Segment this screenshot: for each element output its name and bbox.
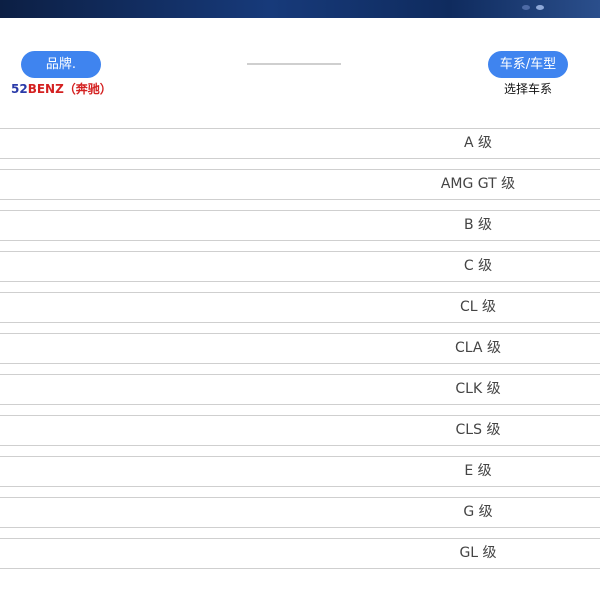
step-header: 品牌. 52BENZ（奔驰） 车系/车型 选择车系 xyxy=(0,18,600,128)
series-item-label: GL 级 xyxy=(459,545,497,561)
brand-code: 52 xyxy=(11,82,28,96)
series-list-item[interactable]: AMG GT 级 xyxy=(0,169,600,200)
series-list-item[interactable]: CLA 级 xyxy=(0,333,600,364)
series-list-item[interactable]: G 级 xyxy=(0,497,600,528)
series-list-item[interactable]: A 级 xyxy=(0,128,600,159)
series-item-label: E 级 xyxy=(464,463,492,479)
series-item-label: C 级 xyxy=(463,258,493,274)
series-item-label: A 级 xyxy=(463,135,493,151)
top-banner xyxy=(0,0,600,18)
series-item-label: AMG GT 级 xyxy=(440,176,516,192)
series-list-item[interactable]: C 级 xyxy=(0,251,600,282)
series-hint: 选择车系 xyxy=(503,82,552,96)
series-list: A 级 AMG GT 级 B 级 C 级 CL 级 CLA 级 CLK 级 CLS 级 E 级 G… xyxy=(0,128,600,579)
series-step-button[interactable]: 车系/车型 xyxy=(488,51,568,78)
series-item-label: CLS 级 xyxy=(455,422,501,438)
series-list-item[interactable]: GL 级 xyxy=(0,538,600,569)
series-item-label: CL 级 xyxy=(459,299,497,315)
carousel-dot[interactable] xyxy=(522,5,530,10)
selected-brand: 52BENZ（奔驰） xyxy=(11,80,112,97)
series-list-item[interactable]: CLK 级 xyxy=(0,374,600,405)
series-item-label: CLK 级 xyxy=(455,381,501,397)
series-list-item[interactable]: E 级 xyxy=(0,456,600,487)
carousel-indicator[interactable] xyxy=(522,5,544,10)
carousel-dot-active[interactable] xyxy=(536,5,544,10)
series-list-item[interactable]: CLS 级 xyxy=(0,415,600,446)
step-connector xyxy=(247,63,341,65)
series-list-item[interactable]: CL 级 xyxy=(0,292,600,323)
brand-step-button[interactable]: 品牌. xyxy=(21,51,101,78)
series-item-label: B 级 xyxy=(463,217,493,233)
series-list-item[interactable]: B 级 xyxy=(0,210,600,241)
series-item-label: G 级 xyxy=(463,504,493,520)
brand-name: BENZ（奔驰） xyxy=(27,82,112,96)
series-item-label: CLA 级 xyxy=(455,340,501,356)
